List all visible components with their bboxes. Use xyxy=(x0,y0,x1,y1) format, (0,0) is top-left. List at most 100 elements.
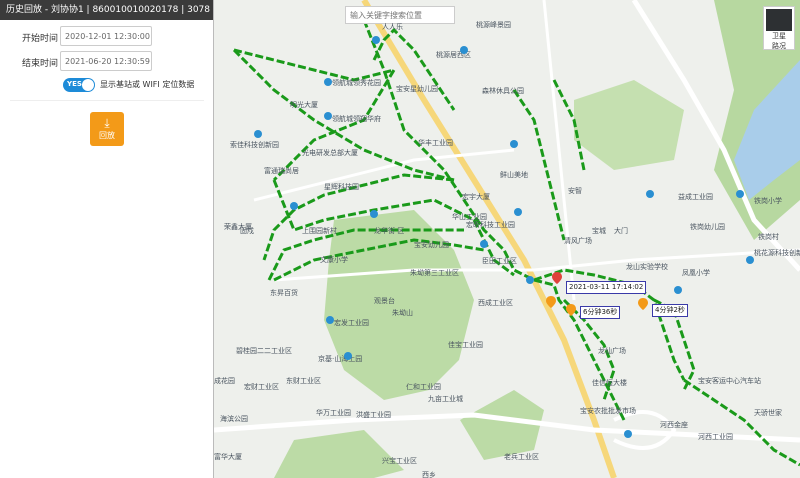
show-station-wifi-label: 显示基站或 WIFI 定位数据 xyxy=(100,80,195,89)
map-label: 益成工业园 xyxy=(678,193,713,201)
map-label: 天骄世家 xyxy=(754,409,782,417)
map-label: 朱坳第三工业区 xyxy=(410,269,459,277)
map-label: 明光大厦 xyxy=(290,101,318,109)
history-panel: 历史回放 - 刘协协1 | 860010010020178 | 3078 开始时… xyxy=(0,0,214,478)
map-label: 西成工业区 xyxy=(478,299,513,307)
map-label: 清风广场 xyxy=(564,237,592,245)
map-label: 领航城领翔华府 xyxy=(332,115,381,123)
map-label: 宝城 xyxy=(592,227,606,235)
map-label: 森林休具公园 xyxy=(482,87,524,95)
map-label: 京基·山海上园 xyxy=(318,355,363,363)
map-label: 仁和工业园 xyxy=(406,383,441,391)
end-time-label: 结束时间 xyxy=(22,59,59,69)
poi-marker-icon xyxy=(370,210,378,218)
panel-title: 历史回放 - 刘协协1 | 860010010020178 | 3078 xyxy=(0,0,213,20)
poi-marker-icon xyxy=(624,430,632,438)
start-time-input[interactable] xyxy=(60,26,152,46)
start-time-label: 开始时间 xyxy=(22,34,59,44)
poi-marker-icon xyxy=(510,140,518,148)
track-point-pin-icon[interactable] xyxy=(552,272,562,284)
replay-button[interactable]: ⤓ 回放 xyxy=(90,112,124,146)
map-label: 宝安客运中心汽车站 xyxy=(698,377,761,385)
layer-switcher[interactable]: 卫星 路况 xyxy=(763,6,795,50)
poi-marker-icon xyxy=(326,316,334,324)
map-label: 龙山实验学校 xyxy=(626,263,668,271)
map-label: 龙华街 区 xyxy=(374,227,405,235)
poi-marker-icon xyxy=(736,190,744,198)
poi-marker-icon xyxy=(674,286,682,294)
map-label: 西乡 xyxy=(422,471,436,478)
map-label: 东财工业区 xyxy=(286,377,321,385)
poi-marker-icon xyxy=(746,256,754,264)
stay-pin-icon[interactable] xyxy=(566,304,576,316)
poi-marker-icon xyxy=(254,130,262,138)
map-label: 星辉科技园 xyxy=(324,183,359,191)
map-base-layer xyxy=(214,0,800,478)
end-time-row: 结束时间 xyxy=(0,51,214,73)
map-label: 铁岗小学 xyxy=(754,197,782,205)
toggle-knob xyxy=(82,79,94,91)
map-label: 光电研发总部大厦 xyxy=(302,149,358,157)
map-label: 朱坳山 xyxy=(392,309,413,317)
end-time-input[interactable] xyxy=(60,51,152,71)
map-label: 桃源峰景园 xyxy=(476,21,511,29)
stay-pin-icon[interactable] xyxy=(638,298,648,310)
map-label: 固戍 xyxy=(240,227,254,235)
map-label: 鲜山美地 xyxy=(500,171,528,179)
poi-marker-icon xyxy=(514,208,522,216)
map-label: 碧桂园二二工业区 xyxy=(236,347,292,355)
map-label: 桃花源科技创新园 xyxy=(754,249,800,257)
map-label: 宝安星幼儿园 xyxy=(396,85,438,93)
stay-pin-icon[interactable] xyxy=(546,296,556,308)
map-label: 文康小学 xyxy=(320,256,348,264)
map-label: 索佳科技创新园 xyxy=(230,141,279,149)
map-label: 铁岗村 xyxy=(758,233,779,241)
map-canvas[interactable]: 卫星 路况 人人乐 桃源峰景园 桃源居西区 宝安星幼儿园 森林休具公园 领航城领… xyxy=(214,0,800,478)
start-time-row: 开始时间 xyxy=(0,26,214,48)
satellite-layer-label[interactable]: 卫星 xyxy=(764,31,794,41)
poi-marker-icon xyxy=(290,202,298,210)
map-label: 兴宝工业区 xyxy=(382,457,417,465)
toggle-state-text: YES xyxy=(67,80,82,88)
hill-area-south xyxy=(460,390,544,460)
map-label: 华丰工业园 xyxy=(418,139,453,147)
satellite-thumbnail xyxy=(766,9,792,31)
poi-marker-icon xyxy=(324,78,332,86)
map-label: 东昇百货 xyxy=(270,289,298,297)
map-label: 富通瑞尚居 xyxy=(264,167,299,175)
map-label: 宝安幼儿园 xyxy=(414,241,449,249)
map-label: 河西金座 xyxy=(660,421,688,429)
track-time-tag: 2021-03-11 17:14:02 xyxy=(566,281,647,294)
panel-divider xyxy=(10,100,204,101)
poi-marker-icon xyxy=(480,240,488,248)
map-label: 龙仙广场 xyxy=(598,347,626,355)
park-area xyxy=(274,430,404,478)
map-label: 河西工业园 xyxy=(698,433,733,441)
map-label: 佳信恒大楼 xyxy=(592,379,627,387)
map-label: 老兵工业区 xyxy=(504,453,539,461)
map-label: 人人乐 xyxy=(382,23,403,31)
map-label: 富华大厦 xyxy=(214,453,242,461)
map-label: 华山工业园 xyxy=(452,213,487,221)
stay-duration-tag: 6分钟36秒 xyxy=(580,306,621,319)
show-station-wifi-toggle[interactable]: YES xyxy=(63,78,95,92)
map-label: 佳宝工业园 xyxy=(448,341,483,349)
map-label: 成花园 xyxy=(214,377,235,385)
stay-duration-tag: 4分钟2秒 xyxy=(652,304,688,317)
hill-area-east xyxy=(574,80,684,170)
download-icon: ⤓ xyxy=(104,116,110,130)
map-label: 宏宇大厦 xyxy=(462,193,490,201)
poi-marker-icon xyxy=(372,36,380,44)
map-label: 凤凰小学 xyxy=(682,269,710,277)
traffic-layer-label[interactable]: 路况 xyxy=(764,41,794,51)
map-label: 洪盛工业园 xyxy=(356,411,391,419)
replay-button-label: 回放 xyxy=(99,131,115,140)
road-north xyxy=(542,0,576,301)
poi-marker-icon xyxy=(526,276,534,284)
map-label: 领航城领秀花园 xyxy=(332,79,381,87)
poi-marker-icon xyxy=(344,352,352,360)
poi-marker-icon xyxy=(460,46,468,54)
map-label: 海滨公园 xyxy=(220,415,248,423)
map-label: 宏发工业园 xyxy=(334,319,369,327)
map-label: 安智 xyxy=(568,187,582,195)
